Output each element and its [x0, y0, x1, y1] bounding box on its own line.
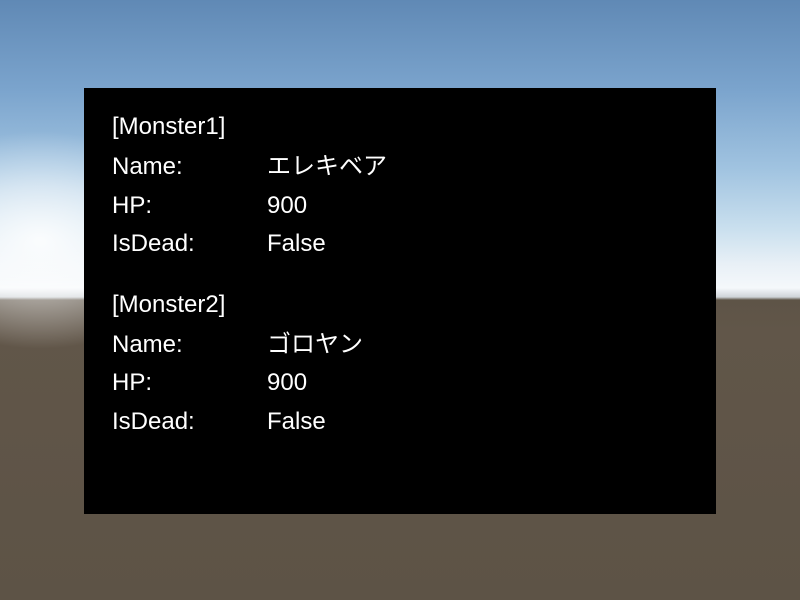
monster-name-row: Name: エレキベア — [112, 148, 688, 186]
hp-value: 900 — [267, 187, 688, 225]
hp-label: HP: — [112, 187, 267, 225]
name-label: Name: — [112, 148, 267, 186]
monster-header: [Monster1] — [112, 108, 688, 146]
isdead-value: False — [267, 225, 688, 263]
monster-status-panel: [Monster1] Name: エレキベア HP: 900 IsDead: F… — [84, 88, 716, 514]
isdead-value: False — [267, 403, 688, 441]
name-label: Name: — [112, 326, 267, 364]
monster-name-row: Name: ゴロヤン — [112, 326, 688, 364]
isdead-label: IsDead: — [112, 225, 267, 263]
monster-block: [Monster1] Name: エレキベア HP: 900 IsDead: F… — [112, 108, 688, 264]
monster-isdead-row: IsDead: False — [112, 225, 688, 263]
hp-value: 900 — [267, 364, 688, 402]
monster-block: [Monster2] Name: ゴロヤン HP: 900 IsDead: Fa… — [112, 286, 688, 442]
monster-isdead-row: IsDead: False — [112, 403, 688, 441]
name-value: エレキベア — [267, 148, 688, 186]
monster-hp-row: HP: 900 — [112, 187, 688, 225]
monster-header: [Monster2] — [112, 286, 688, 324]
game-scene: [Monster1] Name: エレキベア HP: 900 IsDead: F… — [0, 0, 800, 600]
name-value: ゴロヤン — [267, 326, 688, 364]
isdead-label: IsDead: — [112, 403, 267, 441]
monster-hp-row: HP: 900 — [112, 364, 688, 402]
hp-label: HP: — [112, 364, 267, 402]
